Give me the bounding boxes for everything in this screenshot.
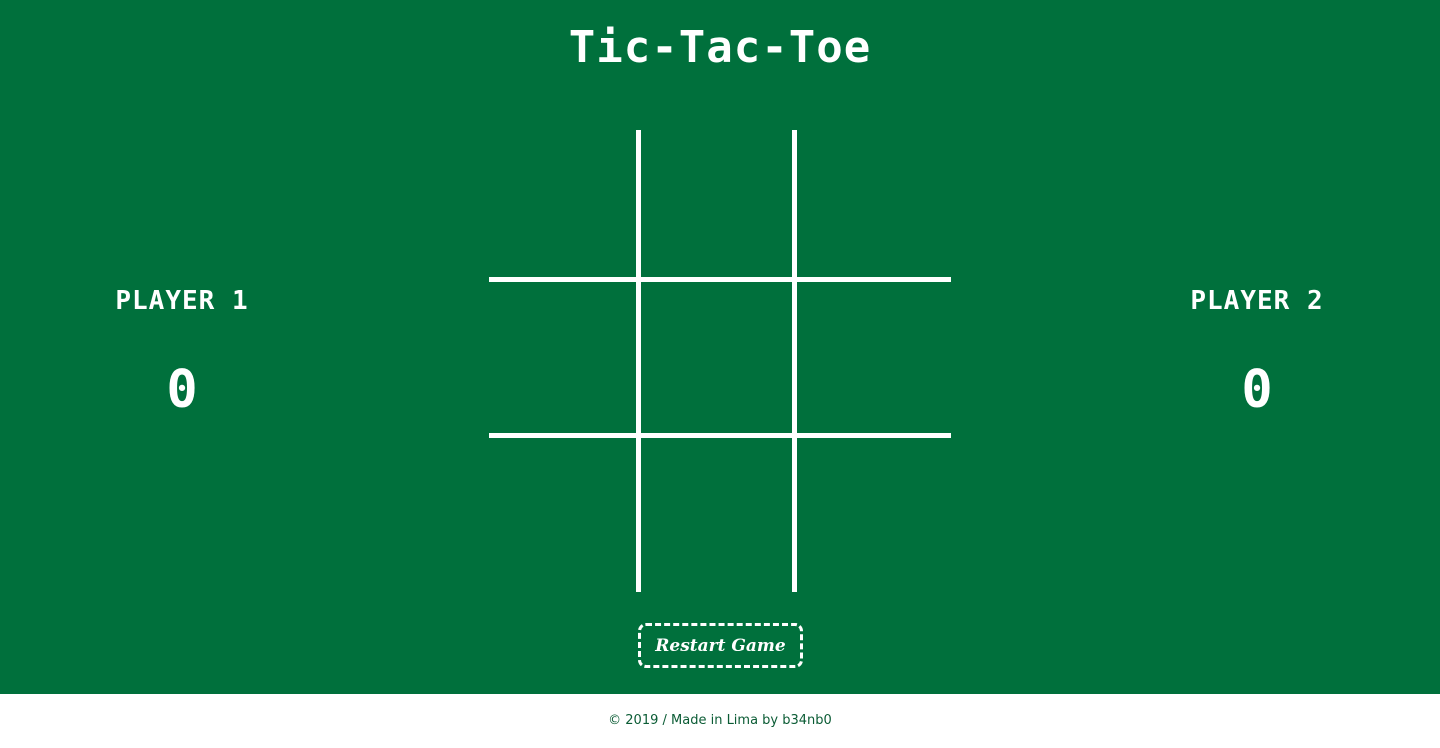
board-cell[interactable] [641,282,797,438]
player-2-panel: PLAYER 2 0 [1137,284,1377,418]
game-area: Tic-Tac-Toe PLAYER 1 0 PLAYER 2 0 Restar… [0,0,1440,694]
player-2-name: PLAYER 2 [1190,286,1324,316]
board-cell[interactable] [489,438,641,592]
board-cell[interactable] [797,438,951,592]
page-title: Tic-Tac-Toe [568,22,872,73]
board-cell[interactable] [641,130,797,282]
board-cell[interactable] [489,130,641,282]
footer-credit: © 2019 / Made in Lima by b34nb0 [0,694,1440,748]
game-board [489,130,951,592]
player-1-panel: PLAYER 1 0 [62,284,302,418]
restart-game-button[interactable]: Restart Game [638,623,803,668]
player-2-score: 0 [1241,360,1273,420]
board-cell[interactable] [641,438,797,592]
player-1-score: 0 [166,360,198,420]
board-cell[interactable] [797,130,951,282]
board-cell[interactable] [489,282,641,438]
player-1-name: PLAYER 1 [115,286,249,316]
board-cell[interactable] [797,282,951,438]
